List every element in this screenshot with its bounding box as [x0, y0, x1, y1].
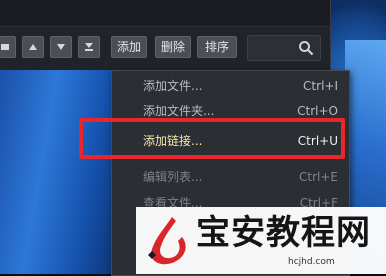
stop-button[interactable] [0, 36, 16, 58]
watermark-text: 宝安教程网 [196, 213, 371, 253]
menu-item-add-file[interactable]: 添加文件... Ctrl+I [112, 73, 349, 99]
menu-item-edit-list[interactable]: 编辑列表... Ctrl+E [112, 164, 349, 190]
watermark: 宝安教程网 hcjhd.com [136, 207, 386, 274]
add-button[interactable]: 添加 [111, 36, 147, 58]
menu-item-shortcut: Ctrl+I [303, 79, 338, 93]
playlist-window: 添加 删除 排序 [0, 0, 331, 70]
menu-item-label: 添加文件... [143, 79, 203, 93]
move-up-icon [29, 44, 37, 50]
watermark-url: hcjhd.com [288, 257, 335, 267]
search-input[interactable] [247, 35, 321, 61]
sort-button[interactable]: 排序 [197, 36, 237, 58]
move-bottom-button[interactable] [78, 36, 100, 58]
window-titlebar [0, 0, 330, 27]
menu-item-shortcut: Ctrl+E [299, 170, 338, 184]
move-down-icon [57, 44, 65, 50]
move-down-button[interactable] [50, 36, 72, 58]
stop-icon [1, 44, 9, 50]
logo-icon [148, 217, 186, 265]
wallpaper-light-left [0, 60, 112, 274]
move-bottom-icon [85, 43, 93, 51]
delete-button[interactable]: 删除 [155, 36, 191, 58]
highlight-box [79, 118, 345, 159]
menu-item-label: 编辑列表... [143, 170, 203, 184]
move-up-button[interactable] [22, 36, 44, 58]
search-icon [299, 41, 314, 56]
